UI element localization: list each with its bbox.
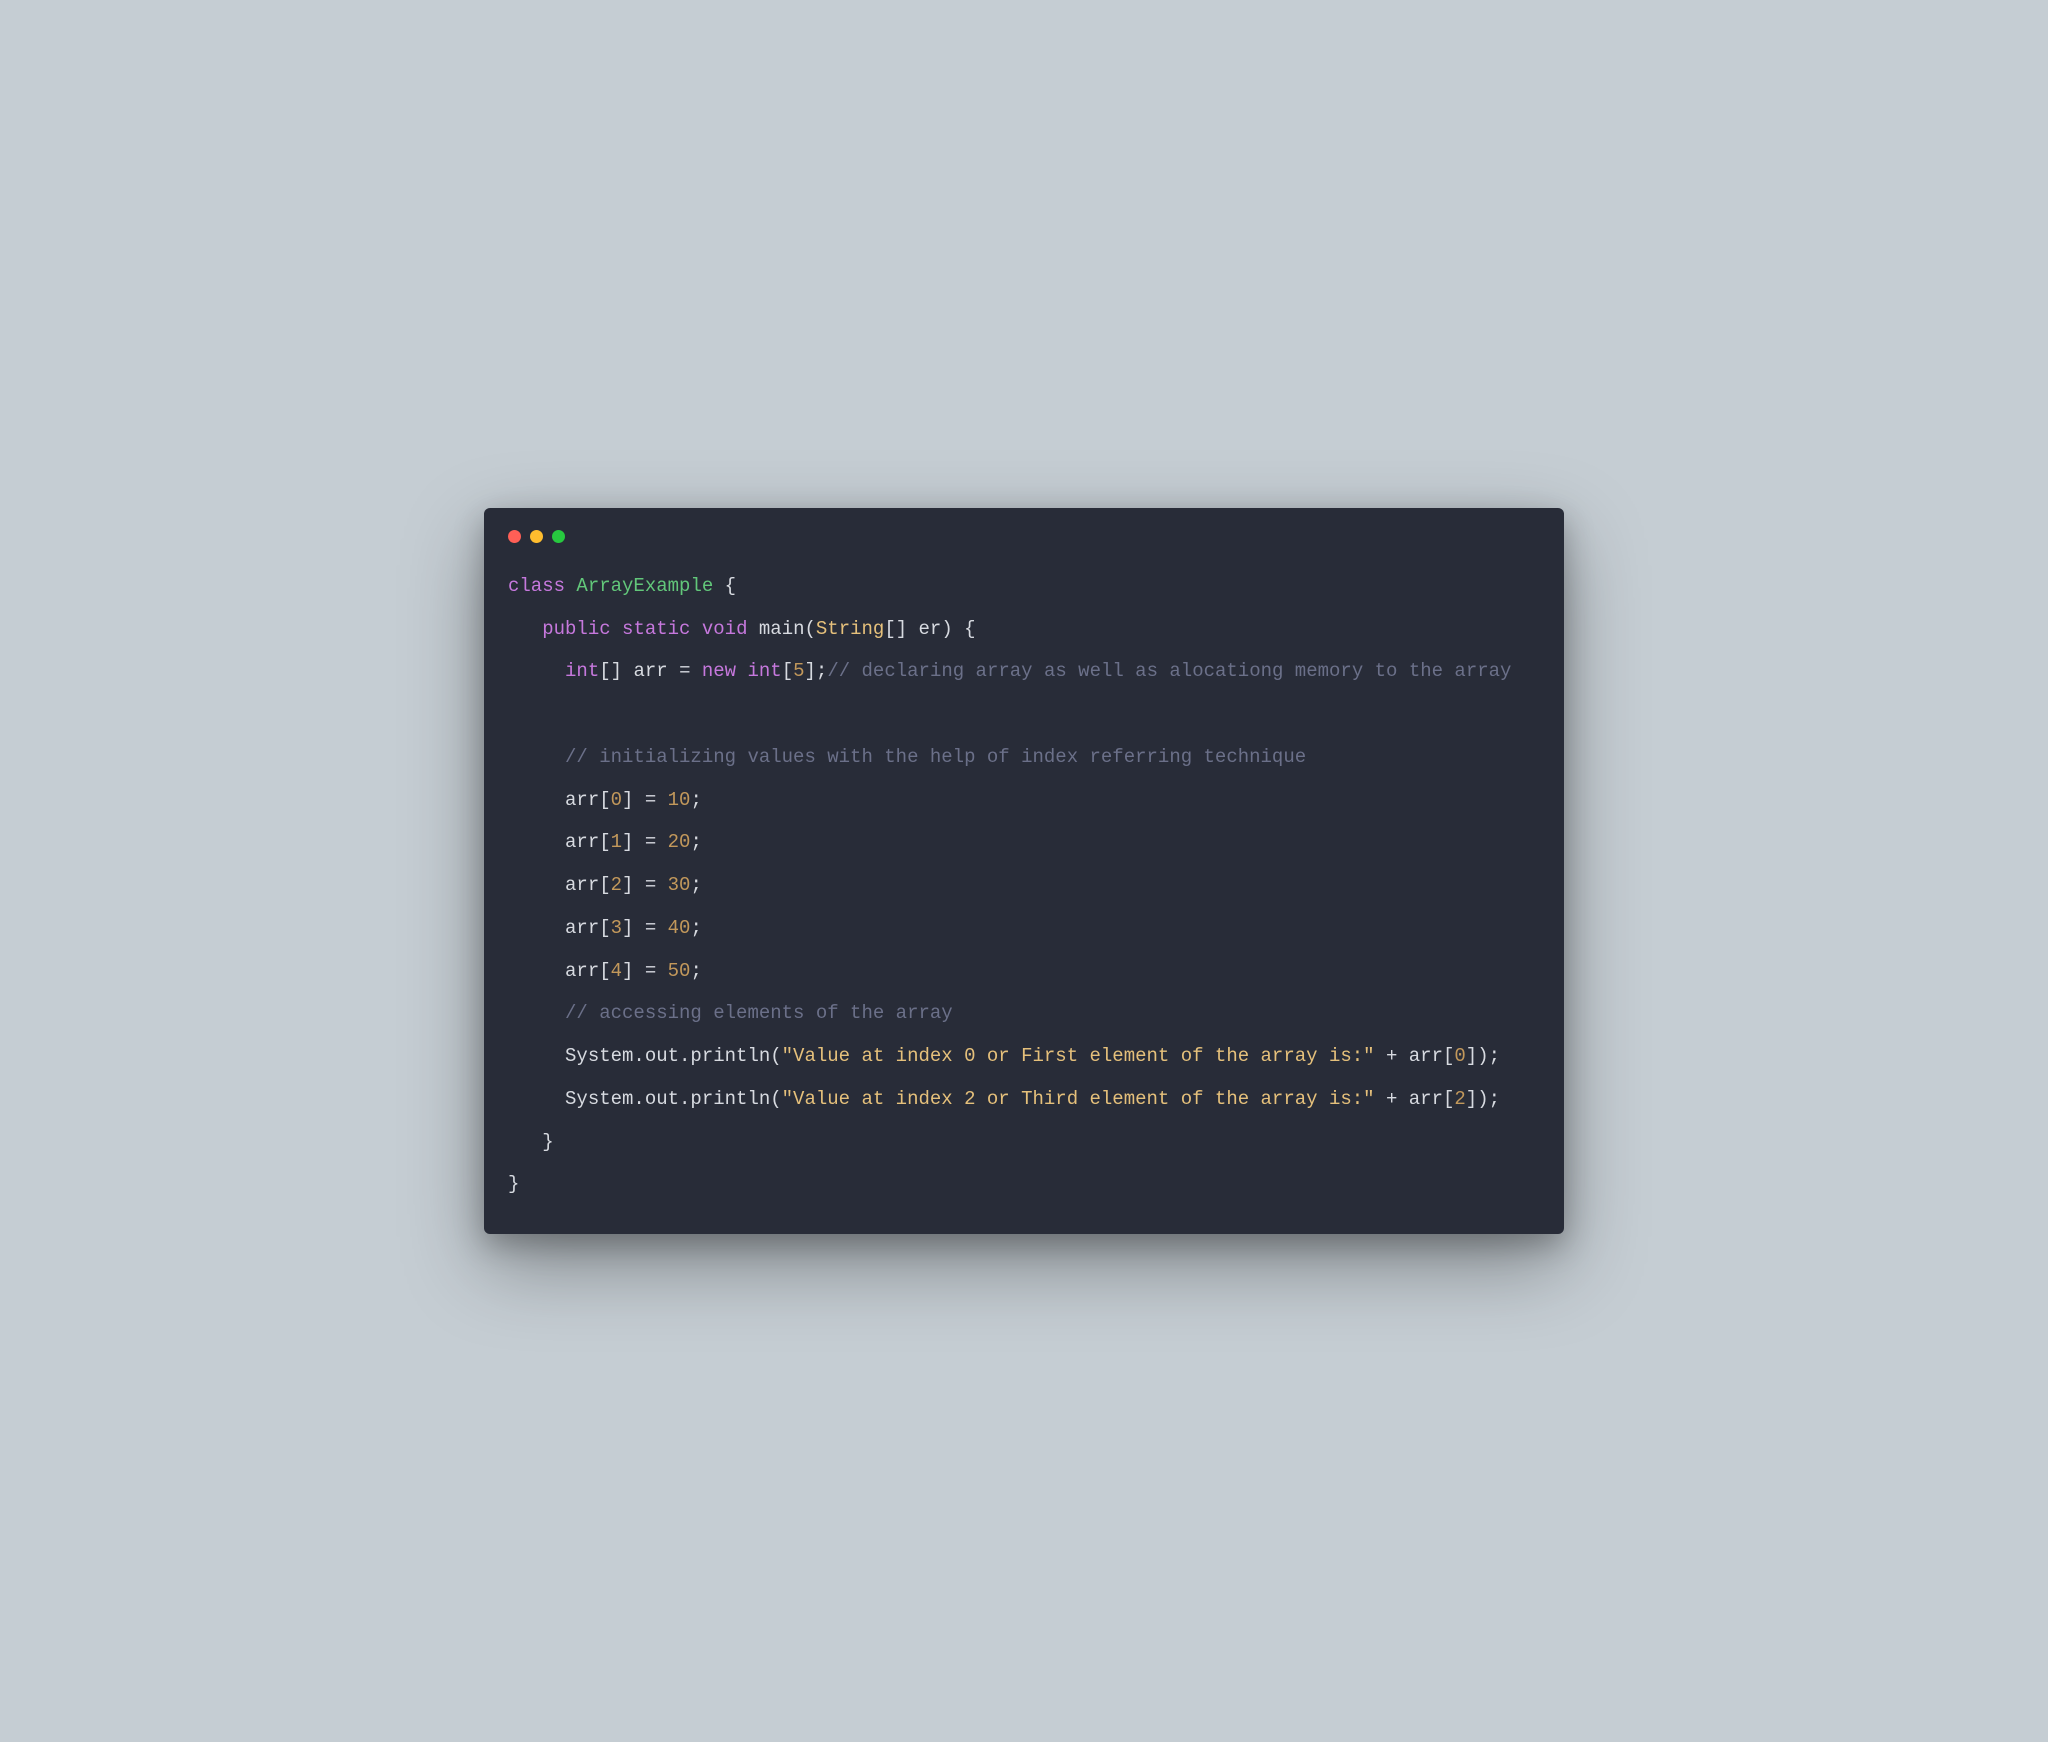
code-token: System.out.println( [508, 1045, 782, 1067]
code-token: System.out.println( [508, 1088, 782, 1110]
code-token [508, 1002, 565, 1024]
code-token: ]); [1466, 1088, 1500, 1110]
code-token: 50 [668, 960, 691, 982]
code-token: } [508, 1131, 554, 1153]
code-token: [] arr [599, 660, 679, 682]
code-token: + arr[ [1375, 1045, 1455, 1067]
code-token: 5 [793, 660, 804, 682]
code-token: String [816, 618, 884, 640]
code-token [508, 746, 565, 768]
code-token: ; [690, 831, 701, 853]
code-token: void [702, 618, 759, 640]
code-token: ; [690, 917, 701, 939]
code-token: 3 [611, 917, 622, 939]
code-token [508, 660, 565, 682]
code-token: arr[ [508, 960, 611, 982]
code-token: 4 [611, 960, 622, 982]
code-token: "Value at index 2 or Third element of th… [782, 1088, 1375, 1110]
code-token: // accessing elements of the array [565, 1002, 953, 1024]
code-token: = [645, 831, 668, 853]
code-token: 0 [1454, 1045, 1465, 1067]
code-token: ( [805, 618, 816, 640]
code-token: main [759, 618, 805, 640]
code-token: { [713, 575, 736, 597]
code-token: public [542, 618, 622, 640]
code-token: ; [690, 789, 701, 811]
code-window: class ArrayExample { public static void … [484, 508, 1564, 1234]
code-token: [ [782, 660, 793, 682]
code-token: class [508, 575, 576, 597]
code-content[interactable]: class ArrayExample { public static void … [508, 565, 1540, 1206]
code-token: + arr[ [1375, 1088, 1455, 1110]
zoom-icon[interactable] [552, 530, 565, 543]
code-token: ; [690, 874, 701, 896]
code-token: ]); [1466, 1045, 1500, 1067]
minimize-icon[interactable] [530, 530, 543, 543]
code-token: = [645, 960, 668, 982]
code-token: = [645, 789, 668, 811]
code-token: ] [622, 960, 645, 982]
code-token: int [565, 660, 599, 682]
code-token: = [645, 917, 668, 939]
code-token: 20 [668, 831, 691, 853]
code-token: arr[ [508, 789, 611, 811]
close-icon[interactable] [508, 530, 521, 543]
code-token [508, 618, 542, 640]
code-token: ; [690, 960, 701, 982]
code-token: 2 [1454, 1088, 1465, 1110]
code-token: ] [622, 789, 645, 811]
code-token: // declaring array as well as alocationg… [827, 660, 1511, 682]
code-token: ArrayExample [576, 575, 713, 597]
code-token: 30 [668, 874, 691, 896]
code-token: = [645, 874, 668, 896]
code-token: "Value at index 0 or First element of th… [782, 1045, 1375, 1067]
window-titlebar [508, 530, 1540, 543]
code-token: 1 [611, 831, 622, 853]
code-token: = [679, 660, 702, 682]
code-token: 40 [668, 917, 691, 939]
code-token: [] er) { [884, 618, 975, 640]
code-token: arr[ [508, 874, 611, 896]
code-token: 0 [611, 789, 622, 811]
code-token: 2 [611, 874, 622, 896]
code-token: new [702, 660, 748, 682]
code-token: 10 [668, 789, 691, 811]
code-token: ] [622, 917, 645, 939]
code-token: static [622, 618, 702, 640]
code-token: ] [622, 831, 645, 853]
code-token: ] [622, 874, 645, 896]
code-token: ]; [805, 660, 828, 682]
code-token: int [747, 660, 781, 682]
code-token: arr[ [508, 917, 611, 939]
code-token: } [508, 1173, 519, 1195]
code-token: arr[ [508, 831, 611, 853]
code-token: // initializing values with the help of … [565, 746, 1306, 768]
